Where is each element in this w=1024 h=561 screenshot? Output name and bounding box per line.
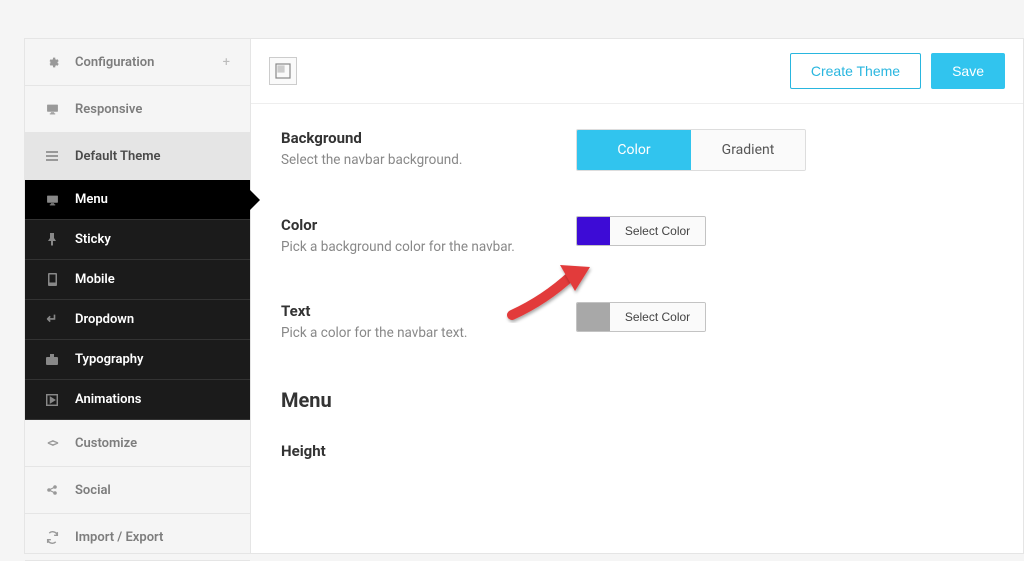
sidebar-item-label: Default Theme (75, 149, 161, 164)
content: Background Select the navbar background.… (251, 104, 1023, 464)
sidebar-item-label: Animations (75, 392, 141, 407)
layout-icon[interactable] (269, 57, 297, 85)
sidebar-item-customize[interactable]: <> Customize (25, 420, 250, 467)
toggle-gradient[interactable]: Gradient (691, 130, 805, 170)
share-icon (45, 484, 59, 496)
sidebar-item-label: Dropdown (75, 312, 134, 327)
plus-icon: + (223, 55, 230, 70)
sidebar-item-label: Sticky (75, 232, 111, 247)
field-desc: Select the navbar background. (281, 151, 576, 170)
phone-icon (45, 273, 59, 286)
sidebar-item-typography[interactable]: Typography (25, 340, 250, 380)
topbar: Create Theme Save (251, 39, 1023, 104)
field-background: Background Select the navbar background.… (281, 129, 993, 171)
return-icon: ↵ (45, 312, 59, 327)
save-button[interactable]: Save (931, 53, 1005, 89)
toggle-color[interactable]: Color (577, 130, 691, 170)
field-height: Height (281, 442, 993, 464)
color-swatch (577, 217, 610, 245)
briefcase-icon (45, 354, 59, 365)
create-theme-button[interactable]: Create Theme (790, 53, 921, 89)
code-icon: <> (45, 436, 59, 451)
sidebar-item-sticky[interactable]: Sticky (25, 220, 250, 260)
sidebar-item-label: Typography (75, 352, 144, 367)
background-toggle: Color Gradient (576, 129, 806, 171)
field-title: Color (281, 216, 576, 234)
sidebar: Configuration + Responsive Default Theme… (24, 38, 250, 554)
sidebar-item-label: Customize (75, 436, 137, 451)
sidebar-item-label: Import / Export (75, 530, 163, 545)
select-color-button[interactable]: Select Color (610, 217, 705, 245)
monitor-icon (45, 194, 59, 206)
field-text: Text Pick a color for the navbar text. S… (281, 302, 993, 343)
sidebar-item-mobile[interactable]: Mobile (25, 260, 250, 300)
gear-icon (45, 56, 59, 69)
sidebar-item-label: Configuration (75, 55, 154, 70)
field-desc: Pick a color for the navbar text. (281, 324, 576, 343)
sidebar-item-menu[interactable]: Menu (25, 180, 250, 220)
section-heading-menu: Menu (281, 388, 993, 412)
sidebar-item-social[interactable]: Social (25, 467, 250, 514)
sidebar-item-label: Responsive (75, 102, 142, 117)
color-picker-bg[interactable]: Select Color (576, 216, 706, 246)
sidebar-item-label: Menu (75, 192, 108, 207)
monitor-icon (45, 103, 59, 115)
sidebar-item-label: Social (75, 483, 111, 498)
field-title: Background (281, 129, 576, 147)
sidebar-item-dropdown[interactable]: ↵ Dropdown (25, 300, 250, 340)
select-color-button[interactable]: Select Color (610, 303, 705, 331)
sidebar-item-default-theme[interactable]: Default Theme (25, 133, 250, 180)
field-color: Color Pick a background color for the na… (281, 216, 993, 257)
refresh-icon (45, 531, 59, 544)
sidebar-item-label: Mobile (75, 272, 115, 287)
sidebar-item-animations[interactable]: Animations (25, 380, 250, 420)
color-swatch (577, 303, 610, 331)
pin-icon (45, 233, 59, 246)
color-picker-text[interactable]: Select Color (576, 302, 706, 332)
field-title: Height (281, 442, 576, 460)
sidebar-item-responsive[interactable]: Responsive (25, 86, 250, 133)
field-title: Text (281, 302, 576, 320)
play-icon (45, 394, 59, 406)
field-desc: Pick a background color for the navbar. (281, 238, 576, 257)
menu-icon (45, 151, 59, 161)
main-panel: Create Theme Save Background Select the … (250, 38, 1024, 554)
sidebar-item-configuration[interactable]: Configuration + (25, 39, 250, 86)
